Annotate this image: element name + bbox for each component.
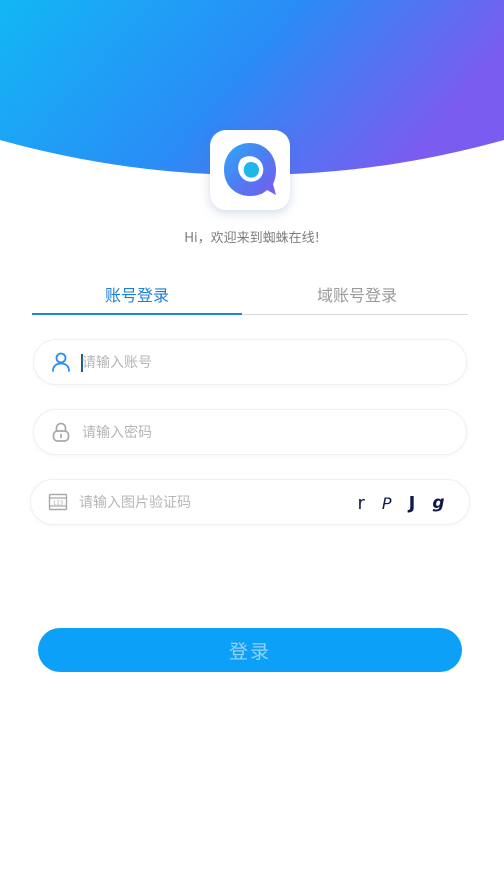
captcha-char: J bbox=[408, 492, 416, 514]
user-icon bbox=[52, 352, 70, 372]
password-input[interactable] bbox=[82, 419, 362, 447]
captcha-123-icon: 123 bbox=[48, 493, 68, 511]
captcha-char: g bbox=[432, 493, 445, 513]
tab-account-login[interactable]: 账号登录 bbox=[32, 284, 242, 314]
svg-text:123: 123 bbox=[53, 500, 64, 506]
app-logo bbox=[210, 130, 290, 210]
tab-domain-account-login[interactable]: 域账号登录 bbox=[252, 284, 462, 314]
account-field[interactable] bbox=[33, 339, 467, 385]
account-input[interactable] bbox=[82, 349, 362, 377]
login-page: Hi，欢迎来到蜘蛛在线! 账号登录 域账号登录 123 r bbox=[0, 0, 504, 894]
active-tab-indicator bbox=[32, 313, 242, 315]
welcome-text: Hi，欢迎来到蜘蛛在线! bbox=[184, 231, 320, 246]
q-chat-bubble-icon bbox=[224, 143, 276, 196]
captcha-image[interactable]: r P J g bbox=[349, 489, 453, 517]
login-button[interactable]: 登录 bbox=[38, 628, 462, 672]
captcha-input[interactable] bbox=[79, 489, 359, 517]
password-field[interactable] bbox=[33, 409, 467, 455]
login-tabs: 账号登录 域账号登录 bbox=[32, 284, 468, 316]
lock-icon bbox=[52, 422, 70, 442]
captcha-char: r bbox=[357, 492, 365, 514]
captcha-field[interactable]: 123 r P J g bbox=[30, 479, 470, 525]
captcha-char: P bbox=[381, 493, 392, 513]
